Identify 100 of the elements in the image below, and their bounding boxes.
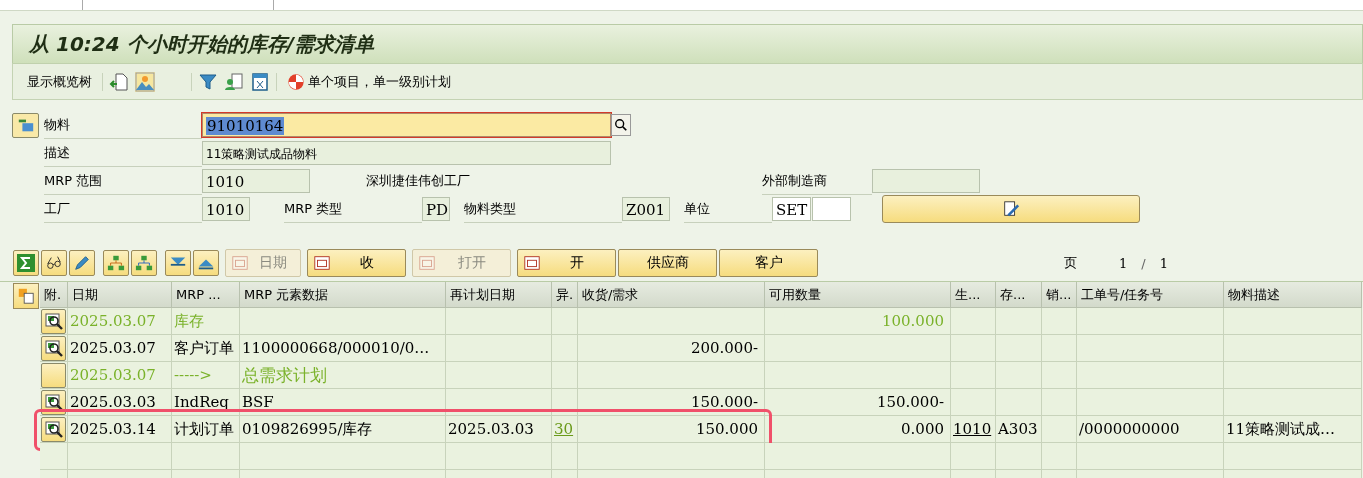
table-cell: 0109826995/库存: [240, 416, 446, 443]
sum-button[interactable]: [13, 250, 39, 276]
table-cell: [1042, 389, 1077, 416]
search-button[interactable]: [611, 114, 631, 136]
column-header[interactable]: 收货/需求: [578, 282, 765, 308]
table-cell: 30: [552, 416, 578, 443]
table-cell: 100.000: [765, 308, 951, 335]
plant-field: 1010: [202, 197, 250, 221]
filter-icon[interactable]: [198, 71, 218, 92]
material-type-field: Z001: [622, 197, 670, 221]
table-cell: [996, 443, 1042, 470]
table-cell: [1042, 443, 1077, 470]
plant-name: 深圳捷佳伟创工厂: [366, 172, 471, 190]
table-cell: [951, 443, 996, 470]
window-title: 从 10:24 个小时开始的库存/需求清单: [29, 30, 374, 58]
magnifier-icon: [43, 311, 64, 331]
calendar-icon: [312, 254, 332, 272]
column-header[interactable]: 可用数量: [765, 282, 951, 308]
table-cell: 2025.03.07: [68, 362, 172, 389]
single-level-plan-button[interactable]: 单个项目，单一级别计划: [283, 72, 455, 91]
table-cell: A303: [996, 416, 1042, 443]
material-field[interactable]: 91010164: [202, 113, 611, 137]
calendar-icon: [522, 254, 542, 272]
column-header[interactable]: 日期: [68, 282, 172, 308]
table-cell: 150.000-: [765, 389, 951, 416]
sigma-icon: [16, 253, 36, 273]
table-cell: [552, 308, 578, 335]
table-cell: 2025.03.07: [68, 308, 172, 335]
overview-tree-button[interactable]: 显示概览树: [23, 72, 96, 91]
column-header[interactable]: 存...: [996, 282, 1042, 308]
page-number: 1: [1119, 255, 1128, 271]
table-cell: [951, 308, 996, 335]
table-cell: 库存: [172, 308, 240, 335]
table-cell: [951, 389, 996, 416]
document-arrow-icon[interactable]: [109, 71, 129, 92]
glasses-icon: [45, 254, 63, 272]
tree-toggle-button[interactable]: [12, 112, 39, 138]
table-cell: [172, 443, 240, 470]
calendar-icon: [417, 254, 437, 272]
hierarchy-icon: [135, 254, 153, 272]
column-header[interactable]: 生...: [951, 282, 996, 308]
calendar-icon: [230, 254, 250, 272]
lifebuoy-icon: [287, 72, 305, 91]
details-button[interactable]: [41, 335, 66, 361]
magnifier-icon: [43, 392, 64, 412]
document-icon[interactable]: [250, 71, 270, 92]
mrp-type-field: PD: [422, 197, 450, 221]
details-button[interactable]: [41, 416, 66, 442]
table-cell: [1042, 416, 1077, 443]
hierarchy-down-button[interactable]: [131, 250, 157, 276]
column-header[interactable]: 物料描述: [1224, 282, 1362, 308]
pencil-button[interactable]: [69, 250, 95, 276]
page-separator: /: [1141, 255, 1146, 271]
table-cell: [951, 335, 996, 362]
column-header[interactable]: 异.: [552, 282, 578, 308]
glasses-button[interactable]: [41, 250, 67, 276]
table-cell: [1042, 308, 1077, 335]
landscape-icon[interactable]: [135, 71, 155, 92]
table-button[interactable]: 收: [307, 249, 406, 277]
table-cell: 2025.03.03: [446, 416, 552, 443]
details-button[interactable]: [41, 308, 66, 334]
table-cell: ----->: [172, 362, 240, 389]
edit-icon: [1002, 200, 1020, 218]
table-cell: [1042, 335, 1077, 362]
page-count: 1: [1159, 255, 1168, 271]
table-cell: 11策略测试成…: [1224, 416, 1362, 443]
user-list-icon[interactable]: [224, 71, 244, 92]
column-header[interactable]: 销...: [1042, 282, 1077, 308]
table-button[interactable]: 供应商: [618, 249, 717, 277]
page-label: 页: [1064, 254, 1077, 272]
table-cell: [951, 362, 996, 389]
layout-icon: [17, 287, 35, 305]
table-cell: 客户订单: [172, 335, 240, 362]
table-cell: 1010: [951, 416, 996, 443]
table-cell: 2025.03.07: [68, 335, 172, 362]
unit-extra-field[interactable]: [812, 197, 851, 221]
hierarchy-up-button[interactable]: [103, 250, 129, 276]
table-cell: 200.000-: [578, 335, 765, 362]
pencil-icon: [73, 254, 91, 272]
table-cell: [552, 335, 578, 362]
column-header[interactable]: MRP 元素数据: [240, 282, 446, 308]
column-header[interactable]: MRP ...: [172, 282, 240, 308]
table-cell: [996, 362, 1042, 389]
table-cell: [552, 443, 578, 470]
table-cell: [552, 362, 578, 389]
column-header[interactable]: 工单号/任务号: [1077, 282, 1224, 308]
column-header[interactable]: 附.: [40, 282, 68, 308]
edit-button[interactable]: [882, 195, 1140, 223]
collapse-button[interactable]: [165, 250, 191, 276]
description-field: 11策略测试成品物料: [202, 141, 611, 165]
table-cell: 150.000: [578, 416, 765, 443]
table-button[interactable]: 开: [517, 249, 616, 277]
layout-button[interactable]: [13, 283, 39, 309]
column-header[interactable]: 再计划日期: [446, 282, 552, 308]
table-cell: 1100000668/000010/0…: [240, 335, 446, 362]
table-button[interactable]: 客户: [719, 249, 818, 277]
hierarchy-icon: [107, 254, 125, 272]
expand-button[interactable]: [193, 250, 219, 276]
magnifier-icon: [43, 338, 64, 358]
table-cell: [996, 335, 1042, 362]
